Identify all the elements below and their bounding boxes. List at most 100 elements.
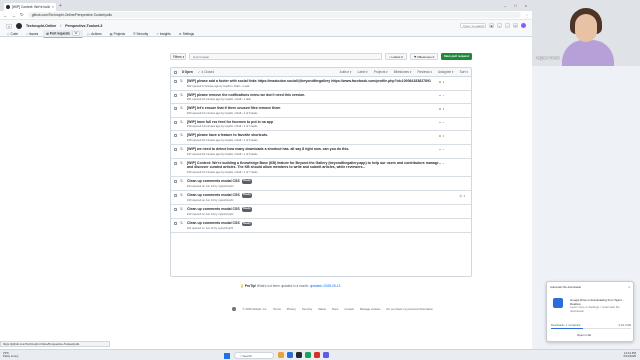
browser-menu-icon[interactable]: ⋮ <box>525 13 529 18</box>
pr-title-link[interactable]: [WIP] we need to detect how many downloa… <box>187 147 468 152</box>
pr-title-text[interactable]: [WIP] we need to detect how many downloa… <box>187 147 349 151</box>
taskbar-app-icon[interactable] <box>314 352 320 358</box>
breadcrumb-repo[interactable]: Perspective-Toolset-3 <box>65 24 102 28</box>
maximize-icon[interactable]: □ <box>514 3 516 8</box>
pr-title-link[interactable]: Clean up comments modal CSS Ready <box>187 221 468 227</box>
closed-filter-tab[interactable]: ✓ 4 Closed <box>198 70 214 74</box>
close-tab-icon[interactable]: × <box>52 5 54 9</box>
tab-security[interactable]: ⛨Security <box>130 31 151 37</box>
column-filter[interactable]: Sort ▾ <box>460 70 468 74</box>
pr-title-link[interactable]: [WIP] Context: We're building a Knowledg… <box>187 161 468 170</box>
protip-link[interactable]: updated:<2025-05-13 <box>310 284 341 288</box>
row-checkbox[interactable] <box>174 80 177 83</box>
pr-title-text[interactable]: Clean up comments modal CSS <box>187 179 240 183</box>
pull-request-row[interactable]: ⇅ [WIP] please have a feature to favorite… <box>171 131 471 145</box>
back-icon[interactable]: ← <box>3 13 8 18</box>
taskbar-search[interactable]: ⌕ Search <box>234 352 274 359</box>
column-filter[interactable]: Reviews ▾ <box>418 70 433 74</box>
tab-actions[interactable]: ▷Actions <box>85 31 105 37</box>
new-pull-request-button[interactable]: New pull request <box>441 53 472 60</box>
system-tray-clock[interactable]: 12:41 PM 6/13/2025 <box>624 351 636 359</box>
footer-link[interactable]: Security <box>302 307 312 311</box>
taskbar-app-icon[interactable] <box>296 352 302 358</box>
pr-title-link[interactable]: Clean up comments modal CSS Ready <box>187 207 468 213</box>
pull-request-row[interactable]: ⇅ Clean up comments modal CSS Ready #11 ope… <box>171 219 471 234</box>
column-filter[interactable]: Projects ▾ <box>374 70 388 74</box>
pull-request-row[interactable]: ⇅ [WIP] please remove the notifications m… <box>171 91 471 105</box>
footer-link[interactable]: Docs <box>332 307 338 311</box>
pr-title-link[interactable]: [WIP] have full rss feed for fourmes to … <box>187 120 468 125</box>
close-window-icon[interactable]: × <box>525 3 527 8</box>
pr-title-link[interactable]: [WIP] please have a feature to favorite … <box>187 133 468 138</box>
reload-icon[interactable]: ↻ <box>20 12 24 18</box>
pull-request-row[interactable]: ⇅ [WIP] have full rss feed for fourmes to… <box>171 118 471 132</box>
new-tab-icon[interactable]: + <box>59 3 62 9</box>
taskbar-app-icon[interactable] <box>323 352 329 358</box>
labels-button[interactable]: ⌂ Labels 9 <box>384 53 407 60</box>
row-checkbox[interactable] <box>174 107 177 111</box>
taskbar-app-icon[interactable] <box>305 352 311 358</box>
pr-title-text[interactable]: [WIP] have full rss feed for fourmes to … <box>187 120 273 124</box>
open-filter-tab[interactable]: 8 Open <box>182 70 193 74</box>
select-all-checkbox[interactable] <box>174 70 177 74</box>
row-checkbox[interactable] <box>174 207 177 211</box>
comment-count[interactable]: 🗨 1 <box>459 194 465 198</box>
footer-link[interactable]: Do not share my personal information <box>386 307 433 311</box>
row-checkbox[interactable] <box>174 179 177 183</box>
taskbar-app-icon[interactable] <box>287 352 293 358</box>
row-checkbox[interactable] <box>174 93 177 97</box>
browser-tab[interactable]: [WIP] Context: We're building... × <box>4 3 56 11</box>
hamburger-menu-icon[interactable]: ≡ <box>6 23 12 29</box>
pull-request-row[interactable]: ⇅ Clean up comments modal CSS Ready #13 ope… <box>171 191 471 205</box>
column-filter[interactable]: Author ▾ <box>340 70 352 74</box>
pull-request-row[interactable]: ⇅ Clean up comments modal CSS Ready #14 ope… <box>171 177 471 191</box>
column-filter[interactable]: Label ▾ <box>357 70 367 74</box>
tab-projects[interactable]: ▦Projects <box>107 31 129 37</box>
github-search-input[interactable]: Type / to search <box>460 23 486 28</box>
pull-request-row[interactable]: ⇅ Clean up comments modal CSS Ready #12 ope… <box>171 205 471 220</box>
pull-request-row[interactable]: ⇅ [WIP] let's ensure that if there unused… <box>171 104 471 118</box>
tab-settings[interactable]: ⚙Settings <box>176 31 197 37</box>
tab-code[interactable]: ◇Code <box>4 31 21 37</box>
weather-widget[interactable]: 73°F Partly sunny <box>3 351 18 359</box>
row-checkbox[interactable] <box>174 120 177 124</box>
filters-dropdown[interactable]: Filters ▾ <box>170 53 186 60</box>
pr-title-text[interactable]: [WIP] please add a footer with social li… <box>187 79 431 83</box>
footer-link[interactable]: Manage cookies <box>360 307 380 311</box>
copilot-icon[interactable]: ◉ <box>489 23 494 28</box>
row-checkbox[interactable] <box>174 134 177 138</box>
row-checkbox[interactable] <box>174 147 177 151</box>
breadcrumb-owner[interactable]: Technophi-Online <box>26 24 56 28</box>
pr-title-text[interactable]: Clean up comments modal CSS <box>187 221 240 225</box>
pr-title-text[interactable]: [WIP] Context: We're building a Knowledg… <box>187 161 439 170</box>
row-checkbox[interactable] <box>174 161 177 165</box>
inbox-icon[interactable]: ✉ <box>513 23 518 28</box>
forward-icon[interactable]: → <box>12 13 17 18</box>
pr-title-link[interactable]: Clean up comments modal CSS Ready <box>187 179 468 184</box>
pr-title-text[interactable]: [WIP] let's ensure that if there unused … <box>187 106 280 110</box>
footer-link[interactable]: Terms <box>273 307 281 311</box>
pull-request-row[interactable]: ⇅ [WIP] Context: We're building a Knowled… <box>171 159 471 177</box>
row-checkbox[interactable] <box>174 193 177 197</box>
github-logo-icon[interactable] <box>16 23 22 29</box>
filter-search-input[interactable]: is:pr is:open <box>189 53 382 60</box>
create-new-icon[interactable]: + <box>497 23 502 28</box>
column-filter[interactable]: Assignee ▾ <box>438 70 454 74</box>
pr-title-text[interactable]: Clean up comments modal CSS <box>187 207 240 211</box>
milestones-button[interactable]: ⚑ Milestones 0 <box>409 53 439 60</box>
url-field[interactable]: github.com/Technophi-Online/Perspective-… <box>27 12 521 18</box>
pull-request-row[interactable]: ⇅ [WIP] please add a footer with social l… <box>171 77 471 91</box>
footer-link[interactable]: Contact <box>344 307 354 311</box>
pr-title-text[interactable]: [WIP] please remove the notifications me… <box>187 93 305 97</box>
pr-title-link[interactable]: [WIP] please add a footer with social li… <box>187 79 468 84</box>
footer-link[interactable]: Privacy <box>287 307 296 311</box>
tab-pull-requests[interactable]: ⇄Pull requests 12 <box>43 30 83 38</box>
tab-issues[interactable]: ○Issues <box>23 31 41 37</box>
footer-link[interactable]: Status <box>318 307 326 311</box>
pr-title-text[interactable]: [WIP] please have a feature to favorite … <box>187 133 268 137</box>
windows-start-icon[interactable] <box>224 352 230 359</box>
pr-title-link[interactable]: Clean up comments modal CSS Ready <box>187 193 468 198</box>
column-filter[interactable]: Milestones ▾ <box>394 70 412 74</box>
pr-title-text[interactable]: Clean up comments modal CSS <box>187 193 240 197</box>
pr-title-link[interactable]: [WIP] please remove the notifications me… <box>187 93 468 98</box>
